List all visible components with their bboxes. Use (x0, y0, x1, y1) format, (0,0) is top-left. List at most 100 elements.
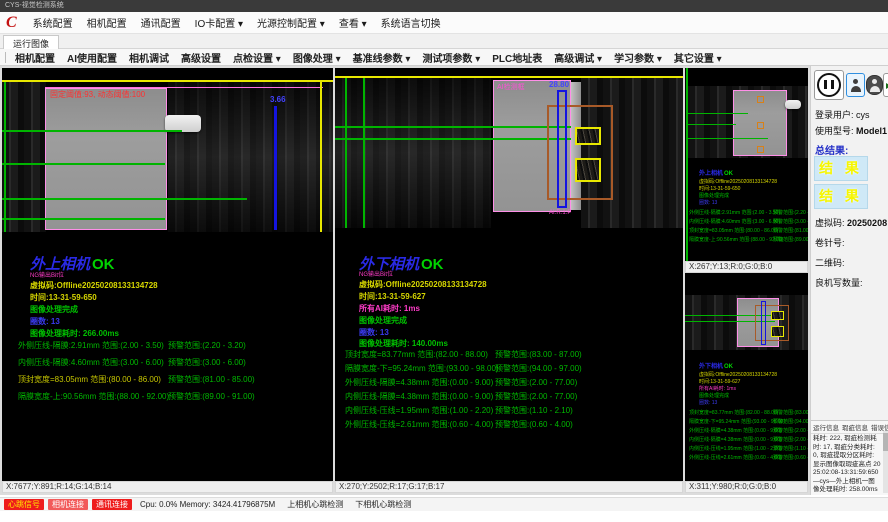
virtual-code-line-mini: 虚拟码:Offline20250208133134728 (699, 371, 777, 378)
right-camera-view[interactable]: AI检测框 28.80 AI:R:1:P 外下相机OK NG输出Bit位 虚拟码… (335, 68, 683, 481)
thumb-top-statusline: X:267;Y:13;R:0;G:0;B:0 (685, 261, 808, 273)
measurement-row-mini: 顶封宽度=83.77mm 范围:(82.00 - 88.00)预警范围:(83.… (689, 409, 808, 416)
anchor-box-orange (757, 146, 764, 153)
measure-value: 顶封宽度=83.77mm 范围:(82.00 - 88.00) (345, 350, 488, 359)
measurement-row-mini: 外侧压线-压线=2.61mm 范围:(0.60 - 4.00)预警范围:(0.6… (689, 454, 808, 461)
time-line-mini: 时间:13-31-59-650 (699, 185, 740, 192)
user-account-button[interactable] (866, 75, 883, 95)
process-done-line-mini: 图像处理完成 (699, 392, 729, 399)
tool-advanced-settings[interactable]: 高级设置 (175, 50, 227, 65)
model-select[interactable]: Model1 (856, 126, 887, 136)
virtual-code-label: 虚拟码: 20250208 (815, 216, 887, 229)
warn-range: 预警范围:(1.10 - 2.10) (495, 405, 573, 416)
tool-spot-check[interactable]: 点检设置 ▾ (227, 50, 287, 65)
round-count-line: 圈数: 13 (359, 327, 389, 338)
time-line: 时间:13-31-59-650 (30, 292, 97, 303)
menu-item-camera-config[interactable]: 相机配置 (80, 15, 134, 30)
menu-item-io-config[interactable]: IO卡配置 ▾ (188, 15, 250, 30)
camera-name: 外上相机 (699, 171, 723, 177)
thumb-view-bottom[interactable]: 外下相机OK 虚拟码:Offline20250208133134728 时间:1… (685, 273, 808, 481)
info-scrollbar[interactable] (883, 431, 888, 493)
menu-item-system-config[interactable]: 系统配置 (26, 15, 80, 30)
measurement-row: 隔膜宽度-上:90.56mm 范围:(88.00 - 92.00) 预警范围:(… (18, 391, 169, 402)
measure-value: 隔膜宽度-下=95.24mm 范围:(93.00 - 98.00) (689, 419, 785, 425)
model-label: 使用型号: Model1 (815, 124, 887, 137)
process-done-line-mini: 图像处理完成 (699, 192, 729, 199)
measure-value: 外侧压线-隔膜=4.38mm 范围:(0.00 - 9.00) (345, 378, 493, 387)
time-line-mini: 时间:13-31-59-627 (699, 378, 740, 385)
tool-baseline-params[interactable]: 基准线参数 ▾ (347, 50, 417, 65)
pouch-cell-region (45, 88, 167, 230)
scrollbar-thumb[interactable] (883, 433, 888, 451)
measure-value: 顶封宽度=83.77mm 范围:(82.00 - 88.00) (689, 410, 778, 416)
measure-line-green (335, 126, 571, 128)
measure-value: 内侧压线-隔膜:4.60mm 范围:(3.00 - 6.00) (18, 358, 164, 367)
thumb-view-top[interactable]: 外上相机OK 虚拟码:Offline20250208133134728 时间:1… (685, 68, 808, 261)
warn-range: 预警范围:(3.00 - 6.00) (773, 218, 808, 225)
process-done-line: 图像处理完成 (359, 315, 407, 326)
menu-item-view[interactable]: 查看 ▾ (332, 15, 374, 30)
measure-line-green (2, 163, 165, 165)
tool-other-settings[interactable]: 其它设置 ▾ (668, 50, 728, 65)
measurement-row-mini: 内侧压线-压线=1.95mm 范围:(1.00 - 2.20)预警范围:(1.1… (689, 445, 808, 452)
ng-bit-text: NG输出Bit位 (30, 270, 64, 279)
left-camera-view[interactable]: 固定阈值:93, 动态阈值:100 3.66 外上相机OK NG输出Bit位 虚… (2, 68, 333, 481)
tool-camera-debug[interactable]: 相机调试 (123, 50, 175, 65)
measure-line-blue (274, 106, 277, 230)
user-switch-button[interactable] (846, 73, 865, 97)
info-panel: 运行信息瑕疵信息错误信息 耗时: 222, 瑕疵检测耗时: 17, 瑕疵分类耗时… (811, 420, 888, 495)
measurement-row: 顶封宽度=83.05mm 范围:(80.00 - 86.00) 预警范围:(81… (18, 374, 161, 385)
tool-learning-params[interactable]: 学习参数 ▾ (608, 50, 668, 65)
warn-range: 预警范围:(0.60 - 4.00) (773, 454, 808, 461)
ng-bit-text: NG输出Bit位 (359, 269, 393, 278)
heartbeat-status-badge: 心跳信号 (4, 499, 44, 510)
cpu-memory-text: Cpu: 0.0% Memory: 3424.41796875M (140, 500, 275, 509)
menu-item-comm-config[interactable]: 通讯配置 (134, 15, 188, 30)
measure-value: 顶封宽度=83.05mm 范围:(80.00 - 86.00) (18, 375, 161, 384)
menu-item-light-config[interactable]: 光源控制配置 ▾ (250, 15, 332, 30)
thumb-bottom-statusline: X:311;Y:980;R:0;G:0;B:0 (685, 481, 808, 493)
pause-button[interactable] (814, 70, 844, 100)
measure-value: 外侧压线-隔膜:2.91mm 范围:(2.00 - 3.50) (689, 210, 780, 216)
warn-range: 预警范围:(0.60 - 4.00) (495, 419, 573, 430)
result-ok-badge: OK (92, 256, 115, 273)
tool-camera-config[interactable]: 相机配置 (9, 50, 61, 65)
tab-defect-info[interactable]: 瑕疵信息 (842, 425, 868, 432)
process-done-line: 图像处理完成 (30, 304, 78, 315)
defect-box-yellow (575, 158, 601, 182)
edge-line-yellow (320, 80, 322, 232)
tool-plc-address[interactable]: PLC地址表 (486, 50, 548, 65)
measure-value: 内侧压线-隔膜=4.38mm 范围:(0.00 - 9.00) (345, 392, 493, 401)
measure-line-green (688, 113, 748, 114)
roi-box-blue (557, 90, 567, 208)
exit-button[interactable] (883, 73, 888, 97)
good-write-count-label: 良机写数量: (815, 276, 863, 289)
total-result-label: 总结果: (815, 142, 848, 157)
result-ok-badge: OK (724, 364, 733, 370)
machinery-texture (2, 82, 46, 232)
info-tabs: 运行信息瑕疵信息错误信息 (811, 421, 888, 434)
tool-image-processing[interactable]: 图像处理 ▾ (287, 50, 347, 65)
tab-run-info[interactable]: 运行信息 (813, 425, 839, 432)
measurement-row: 内侧压线-隔膜:4.60mm 范围:(3.00 - 6.00) 预警范围:(3.… (18, 357, 164, 368)
measurement-row: 外侧压线-压线=2.61mm 范围:(0.60 - 4.00) 预警范围:(0.… (345, 419, 493, 430)
tool-test-params[interactable]: 测试项参数 ▾ (416, 50, 486, 65)
measurement-row-mini: 隔膜宽度-下=95.24mm 范围:(93.00 - 98.00)预警范围:(9… (689, 418, 808, 425)
time-line: 时间:13-31-59-627 (359, 291, 426, 302)
measurement-row: 内侧压线-压线=1.95mm 范围:(1.00 - 2.20) 预警范围:(1.… (345, 405, 493, 416)
tool-advanced-debug[interactable]: 高级调试 ▾ (548, 50, 608, 65)
virtual-code-line: 虚拟码:Offline20250208133134728 (30, 280, 158, 291)
menu-item-language[interactable]: 系统语言切换 (374, 15, 448, 30)
tool-ai-usage[interactable]: AI使用配置 (61, 50, 123, 65)
warn-range: 预警范围:(89.00 - 91.00) (168, 391, 255, 402)
warn-range: 预警范围:(83.00 - 87.00) (495, 349, 582, 360)
measure-line-green (2, 218, 165, 220)
result-ok-badge: OK (421, 256, 444, 273)
ai-elapsed-line: 所有AI耗时: 1ms (359, 303, 420, 314)
measure-value: 内侧压线-压线=1.95mm 范围:(1.00 - 2.20) (689, 446, 782, 452)
right-view-statusline: X:270;Y:2502;R:17;G:17;B:17 (335, 481, 683, 493)
warn-range: 预警范围:(81.00 - 85.00) (168, 374, 255, 385)
app-logo-icon: C (6, 13, 17, 33)
measure-value: 外侧压线-隔膜=4.38mm 范围:(0.00 - 9.00) (689, 428, 782, 434)
menu-bar: C 系统配置 相机配置 通讯配置 IO卡配置 ▾ 光源控制配置 ▾ 查看 ▾ 系… (0, 12, 888, 34)
